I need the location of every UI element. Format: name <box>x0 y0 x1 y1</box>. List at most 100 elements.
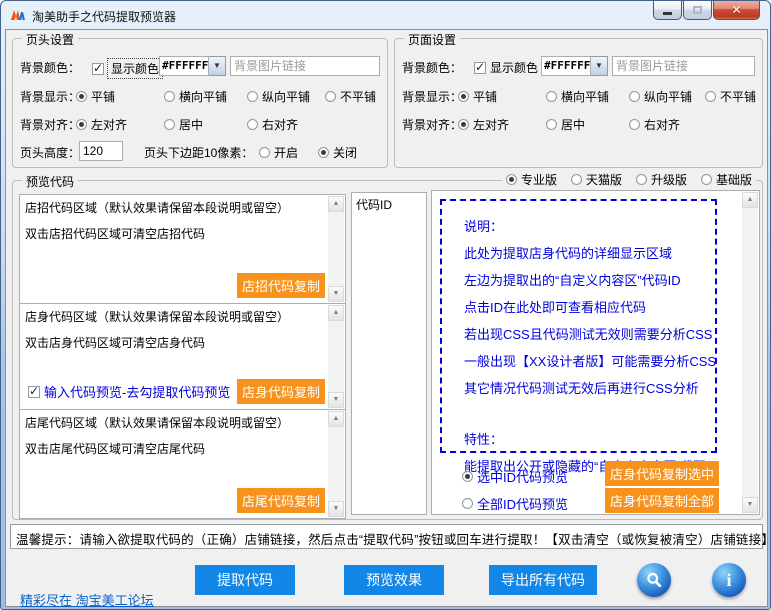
copy-body-code-button[interactable]: 店身代码复制 <box>237 379 325 404</box>
radio-tile-v[interactable]: 纵向平铺 <box>247 88 310 105</box>
radio-on-icon[interactable] <box>76 119 87 130</box>
radio-on-icon[interactable] <box>458 91 469 102</box>
input-code-preview-checkbox[interactable]: 输入代码预览-去勾提取代码预览 <box>28 382 230 401</box>
checkbox-checked-icon[interactable] <box>28 386 40 398</box>
copy-footer-code-button[interactable]: 店尾代码复制 <box>237 488 325 513</box>
code-id-list[interactable]: 代码ID <box>351 192 427 515</box>
show-color-label: 显示颜色 <box>490 59 538 76</box>
radio-tile[interactable]: 平铺 <box>458 88 497 105</box>
radio-off-icon[interactable] <box>462 498 473 509</box>
scroll-up-icon[interactable]: ▲ <box>328 196 344 212</box>
title-bar[interactable]: 淘美助手之代码提取预览器 ✕ <box>1 1 770 29</box>
radio-on-icon[interactable] <box>462 471 473 482</box>
forum-link[interactable]: 精彩尽在 淘宝美工论坛 <box>20 590 154 609</box>
chevron-down-icon[interactable]: ▼ <box>209 56 226 76</box>
page-color-combobox[interactable]: #FFFFFF ▼ <box>541 56 608 76</box>
info-line: 左边为提取出的“自定义内容区”代码ID <box>464 267 715 294</box>
scrollbar[interactable]: ▲ ▼ <box>328 196 344 302</box>
info-line: 若出现CSS且代码测试无效则需要分析CSS <box>464 321 715 348</box>
radio-margin-on[interactable]: 开启 <box>259 144 298 161</box>
scroll-up-icon[interactable]: ▲ <box>742 192 758 208</box>
radio-version-upgrade[interactable]: 升级版 <box>636 171 687 188</box>
radio-version-pro[interactable]: 专业版 <box>506 171 557 188</box>
radio-off-icon[interactable] <box>546 91 557 102</box>
scroll-down-icon[interactable]: ▼ <box>742 497 758 513</box>
info-line: 特性： <box>464 426 715 453</box>
radio-align-right[interactable]: 右对齐 <box>247 116 298 133</box>
radio-off-icon[interactable] <box>705 91 716 102</box>
radio-off-icon[interactable] <box>636 174 647 185</box>
show-color-checkbox[interactable]: 显示颜色 <box>474 59 538 76</box>
scrollbar[interactable]: ▲ ▼ <box>742 192 758 513</box>
radio-off-icon[interactable] <box>629 91 640 102</box>
radio-selected-id-preview[interactable]: 选中ID代码预览 <box>462 467 568 486</box>
info-dashed-box: 说明： 此处为提取店身代码的详细显示区域 左边为提取出的“自定义内容区”代码ID… <box>440 199 717 453</box>
header-bg-image-input[interactable] <box>230 56 380 76</box>
maximize-button[interactable] <box>683 1 712 20</box>
radio-align-left[interactable]: 左对齐 <box>458 116 509 133</box>
radio-on-icon[interactable] <box>318 147 329 158</box>
shop-body-code-area[interactable]: 店身代码区域（默认效果请保留本段说明或留空） 双击店身代码区域可清空店身代码 输… <box>19 303 346 410</box>
shop-footer-code-area[interactable]: 店尾代码区域（默认效果请保留本段说明或留空） 双击店尾代码区域可清空店尾代码 店… <box>19 409 346 519</box>
radio-align-right[interactable]: 右对齐 <box>629 116 680 133</box>
info-line: 点击ID在此处即可查看相应代码 <box>464 294 715 321</box>
close-button[interactable]: ✕ <box>713 1 760 20</box>
info-button[interactable]: i <box>712 563 746 597</box>
radio-label: 平铺 <box>473 88 497 105</box>
checkbox-checked-icon[interactable] <box>474 62 486 74</box>
tip-bar: 温馨提示：请输入欲提取代码的（正确）店铺链接，然后点击“提取代码”按钮或回车进行… <box>10 524 763 549</box>
radio-off-icon[interactable] <box>571 174 582 185</box>
radio-on-icon[interactable] <box>458 119 469 130</box>
copy-selected-code-button[interactable]: 店身代码复制选中 <box>605 461 719 486</box>
color-value[interactable]: #FFFFFF <box>541 56 591 76</box>
show-color-checkbox[interactable]: 显示颜色 <box>92 59 162 78</box>
radio-off-icon[interactable] <box>325 91 336 102</box>
chevron-down-icon[interactable]: ▼ <box>591 56 608 76</box>
radio-tile-v[interactable]: 纵向平铺 <box>629 88 692 105</box>
export-all-code-button[interactable]: 导出所有代码 <box>489 565 597 595</box>
page-bg-image-input[interactable] <box>612 56 755 76</box>
radio-off-icon[interactable] <box>701 174 712 185</box>
radio-off-icon[interactable] <box>247 119 258 130</box>
code-detail-area[interactable]: 说明： 此处为提取店身代码的详细显示区域 左边为提取出的“自定义内容区”代码ID… <box>431 190 760 515</box>
radio-align-left[interactable]: 左对齐 <box>76 116 127 133</box>
radio-off-icon[interactable] <box>259 147 270 158</box>
header-color-combobox[interactable]: #FFFFFF ▼ <box>159 56 226 76</box>
color-value[interactable]: #FFFFFF <box>159 56 209 76</box>
scrollbar[interactable]: ▲ ▼ <box>328 411 344 517</box>
scroll-down-icon[interactable]: ▼ <box>328 501 344 517</box>
radio-label: 升级版 <box>651 171 687 188</box>
radio-no-tile[interactable]: 不平铺 <box>705 88 756 105</box>
scroll-up-icon[interactable]: ▲ <box>328 305 344 321</box>
radio-align-center[interactable]: 居中 <box>546 116 585 133</box>
radio-off-icon[interactable] <box>247 91 258 102</box>
scroll-down-icon[interactable]: ▼ <box>328 286 344 302</box>
radio-tile-h[interactable]: 横向平铺 <box>164 88 227 105</box>
scrollbar[interactable]: ▲ ▼ <box>328 305 344 408</box>
radio-margin-off[interactable]: 关闭 <box>318 144 357 161</box>
scroll-up-icon[interactable]: ▲ <box>328 411 344 427</box>
radio-off-icon[interactable] <box>164 91 175 102</box>
shop-header-code-area[interactable]: 店招代码区域（默认效果请保留本段说明或留空） 双击店招代码区域可清空店招代码 店… <box>19 194 346 304</box>
radio-off-icon[interactable] <box>164 119 175 130</box>
radio-all-id-preview[interactable]: 全部ID代码预览 <box>462 494 568 513</box>
minimize-button[interactable] <box>653 1 682 20</box>
radio-tile-h[interactable]: 横向平铺 <box>546 88 609 105</box>
checkbox-checked-icon[interactable] <box>92 63 104 75</box>
radio-tile[interactable]: 平铺 <box>76 88 115 105</box>
copy-all-code-button[interactable]: 店身代码复制全部 <box>605 488 719 513</box>
radio-version-basic[interactable]: 基础版 <box>701 171 752 188</box>
radio-on-icon[interactable] <box>76 91 87 102</box>
radio-on-icon[interactable] <box>506 174 517 185</box>
radio-no-tile[interactable]: 不平铺 <box>325 88 376 105</box>
radio-align-center[interactable]: 居中 <box>164 116 203 133</box>
radio-off-icon[interactable] <box>546 119 557 130</box>
header-height-input[interactable] <box>79 141 123 161</box>
preview-effect-button[interactable]: 预览效果 <box>344 565 444 595</box>
extract-code-button[interactable]: 提取代码 <box>195 565 295 595</box>
copy-header-code-button[interactable]: 店招代码复制 <box>237 273 325 298</box>
radio-off-icon[interactable] <box>629 119 640 130</box>
radio-version-tmall[interactable]: 天猫版 <box>571 171 622 188</box>
scroll-down-icon[interactable]: ▼ <box>328 392 344 408</box>
search-button[interactable] <box>637 563 671 597</box>
